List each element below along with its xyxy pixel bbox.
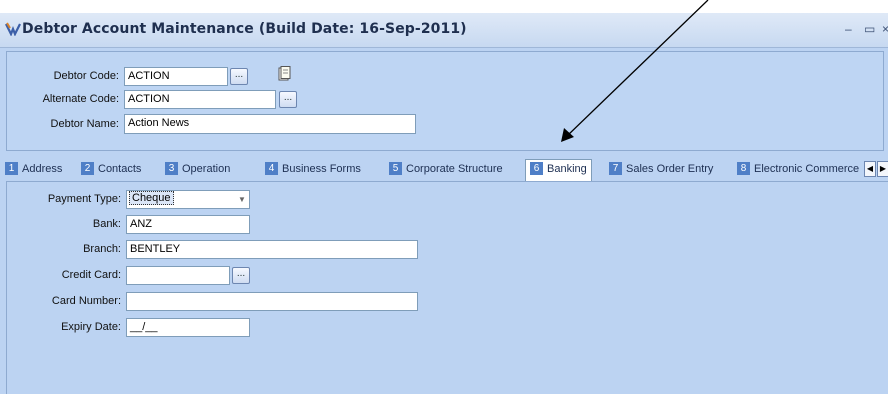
tab-scroll-left-button[interactable]: ◀ bbox=[864, 161, 876, 177]
tab-number: 4 bbox=[265, 162, 278, 175]
card-number-label: Card Number: bbox=[51, 295, 121, 307]
tab-address[interactable]: 1 Address bbox=[5, 162, 62, 180]
debtor-name-field[interactable]: Action News bbox=[124, 114, 416, 134]
tab-label: Business Forms bbox=[282, 163, 361, 175]
tab-label: Banking bbox=[547, 163, 587, 175]
tab-number: 5 bbox=[389, 162, 402, 175]
tab-label: Electronic Commerce bbox=[754, 163, 860, 175]
alternate-code-lookup-button[interactable]: ... bbox=[279, 91, 297, 108]
tab-electronic-commerce[interactable]: 8 Electronic Commerce bbox=[737, 162, 862, 180]
tab-number: 8 bbox=[737, 162, 750, 175]
tab-label: Address bbox=[22, 163, 63, 175]
tab-label: Operation bbox=[182, 163, 231, 175]
chevron-down-icon[interactable]: ▼ bbox=[235, 191, 249, 208]
tab-number: 2 bbox=[81, 162, 94, 175]
debtor-header-panel: Debtor Code: ACTION ... Alternate Code: … bbox=[6, 51, 884, 151]
expiry-date-label: Expiry Date: bbox=[61, 321, 121, 333]
app-logo-icon bbox=[5, 22, 21, 41]
close-button[interactable]: × bbox=[882, 22, 888, 36]
debtor-maintenance-window: Debtor Account Maintenance (Build Date: … bbox=[0, 13, 888, 394]
payment-type-label: Payment Type: bbox=[47, 193, 121, 205]
tab-contacts[interactable]: 2 Contacts bbox=[81, 162, 141, 180]
banking-tab-panel: Payment Type: Cheque ▼ Bank: ANZ Branch:… bbox=[6, 181, 888, 394]
tab-strip: 1 Address 2 Contacts 3 Operation 4 Business … bbox=[0, 159, 888, 181]
alternate-code-field[interactable]: ACTION bbox=[124, 90, 276, 109]
credit-card-field[interactable] bbox=[126, 266, 230, 285]
tab-number: 7 bbox=[609, 162, 622, 175]
tab-number: 1 bbox=[5, 162, 18, 175]
tab-label: Corporate Structure bbox=[406, 163, 503, 175]
tab-banking[interactable]: 6 Banking bbox=[525, 159, 592, 181]
tab-sales-order-entry[interactable]: 7 Sales Order Entry bbox=[609, 162, 713, 180]
maximize-button[interactable]: ▭ bbox=[864, 22, 875, 36]
payment-type-value: Cheque bbox=[129, 191, 174, 205]
branch-field[interactable]: BENTLEY bbox=[126, 240, 418, 259]
branch-label: Branch: bbox=[83, 243, 121, 255]
tab-label: Contacts bbox=[98, 163, 142, 175]
window-title: Debtor Account Maintenance (Build Date: … bbox=[22, 21, 467, 37]
tab-number: 3 bbox=[165, 162, 178, 175]
debtor-code-label: Debtor Code: bbox=[53, 70, 119, 82]
credit-card-label: Credit Card: bbox=[61, 269, 121, 281]
tab-operation[interactable]: 3 Operation bbox=[165, 162, 230, 180]
debtor-code-lookup-button[interactable]: ... bbox=[230, 68, 248, 85]
bank-field[interactable]: ANZ bbox=[126, 215, 250, 234]
debtor-name-label: Debtor Name: bbox=[50, 118, 119, 130]
minimize-button[interactable]: – bbox=[845, 22, 852, 36]
notes-icon[interactable] bbox=[277, 66, 291, 87]
alternate-code-label: Alternate Code: bbox=[42, 93, 119, 105]
tab-business-forms[interactable]: 4 Business Forms bbox=[265, 162, 361, 180]
card-number-field[interactable] bbox=[126, 292, 418, 311]
tab-number: 6 bbox=[530, 162, 543, 175]
payment-type-select[interactable]: Cheque bbox=[126, 190, 250, 209]
credit-card-lookup-button[interactable]: ... bbox=[232, 267, 250, 284]
expiry-date-field[interactable]: __/__ bbox=[126, 318, 250, 337]
debtor-code-field[interactable]: ACTION bbox=[124, 67, 228, 86]
tab-scroll-right-button[interactable]: ▶ bbox=[877, 161, 888, 177]
title-bar: Debtor Account Maintenance (Build Date: … bbox=[0, 13, 888, 48]
tab-corporate-structure[interactable]: 5 Corporate Structure bbox=[389, 162, 503, 180]
tab-label: Sales Order Entry bbox=[626, 163, 714, 175]
bank-label: Bank: bbox=[92, 218, 121, 230]
